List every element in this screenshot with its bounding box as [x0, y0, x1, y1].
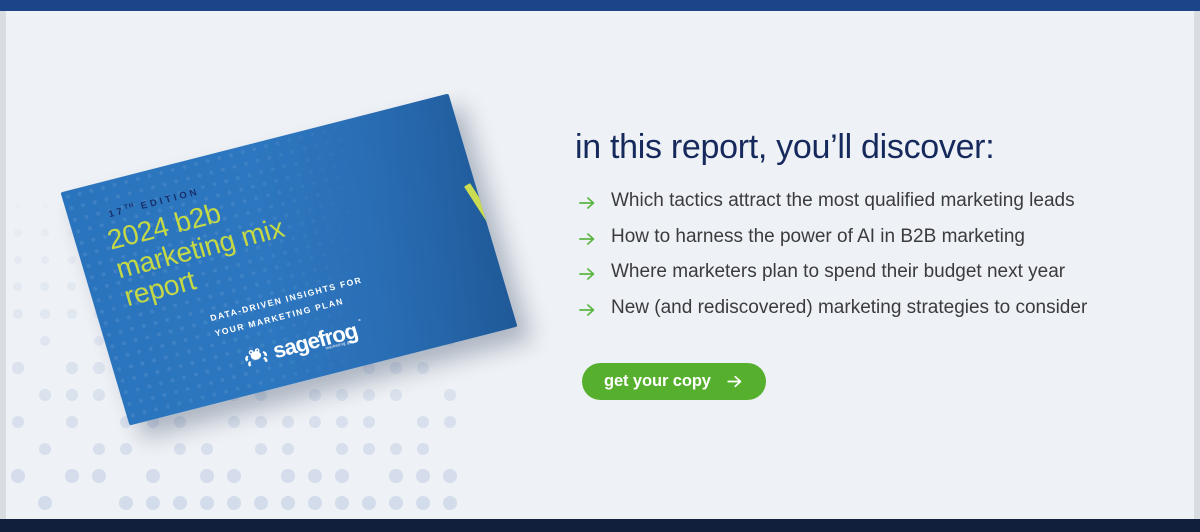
top-accent-bar: [0, 0, 1200, 11]
dot: [362, 442, 376, 456]
dot: [14, 229, 22, 237]
dot: [11, 415, 25, 429]
dot: [389, 469, 403, 483]
dot: [13, 255, 23, 265]
banner-canvas: 17TH EDITION 2024 b2b marketing mix repo…: [6, 11, 1194, 519]
dot: [416, 496, 430, 510]
dot: [173, 415, 187, 429]
book-cover: 17TH EDITION 2024 b2b marketing mix repo…: [60, 93, 518, 426]
dot: [42, 203, 48, 209]
promo-content: in this report, you’ll discover: Which t…: [575, 11, 1175, 519]
dot: [15, 203, 21, 209]
cta-label: get your copy: [604, 372, 711, 390]
list-item: Where marketers plan to spend their budg…: [577, 260, 1087, 296]
dot: [335, 442, 349, 456]
bottom-accent-bar: [0, 519, 1200, 532]
get-your-copy-button[interactable]: get your copy: [582, 363, 766, 400]
dot: [92, 469, 106, 483]
dot: [308, 469, 322, 483]
dot: [308, 496, 322, 510]
dot: [92, 442, 106, 456]
dot: [389, 496, 403, 510]
arrow-right-icon: [579, 303, 595, 316]
benefits-list: Which tactics attract the most qualified…: [577, 189, 1087, 331]
dot: [119, 496, 133, 510]
dot: [173, 442, 187, 456]
dot: [362, 496, 376, 510]
dot: [362, 415, 376, 429]
dot: [65, 415, 79, 429]
dot: [254, 496, 268, 510]
report-cover-image: 17TH EDITION 2024 b2b marketing mix repo…: [60, 93, 531, 426]
dot: [40, 255, 50, 265]
list-item: New (and rediscovered) marketing strateg…: [577, 296, 1087, 332]
dot: [443, 415, 457, 429]
list-item-label: Where marketers plan to spend their budg…: [611, 261, 1066, 283]
arrow-right-icon: [579, 197, 595, 209]
dot: [13, 282, 23, 292]
dot: [39, 335, 51, 347]
dot: [443, 469, 457, 483]
dot: [335, 496, 349, 510]
dot: [281, 469, 295, 483]
dot: [389, 442, 403, 456]
arrow-right-icon: [579, 232, 595, 245]
dot: [281, 415, 295, 429]
dot: [146, 496, 160, 510]
arrow-right-icon: [579, 268, 595, 281]
frame-right-edge: [1194, 11, 1200, 519]
dot: [443, 496, 457, 510]
dot: [12, 362, 24, 374]
list-item: Which tactics attract the most qualified…: [577, 189, 1087, 225]
dot: [281, 442, 295, 456]
dot: [38, 442, 52, 456]
frame-left-edge: [0, 11, 6, 519]
dot: [254, 415, 268, 429]
dot: [200, 496, 214, 510]
list-item-label: How to harness the power of AI in B2B ma…: [611, 225, 1025, 247]
dot: [416, 442, 430, 456]
dot: [227, 415, 241, 429]
dot: [200, 469, 214, 483]
dot: [200, 442, 214, 456]
dot: [11, 469, 25, 483]
logo-trademark: °: [358, 319, 362, 326]
dot: [39, 389, 51, 401]
dot: [146, 469, 160, 483]
dot: [335, 415, 349, 429]
frog-icon: [245, 348, 268, 367]
dot: [119, 442, 133, 456]
dot: [308, 415, 322, 429]
dot: [227, 469, 241, 483]
sagefrog-wordmark: sagefrog marketing group °: [270, 318, 362, 363]
arrow-right-icon: [727, 375, 742, 388]
list-item-label: Which tactics attract the most qualified…: [611, 190, 1075, 211]
list-item: How to harness the power of AI in B2B ma…: [577, 225, 1087, 261]
dot: [335, 469, 349, 483]
dot: [41, 229, 49, 237]
list-item-label: New (and rediscovered) marketing strateg…: [611, 296, 1088, 318]
dot: [173, 496, 187, 510]
promo-banner: 17TH EDITION 2024 b2b marketing mix repo…: [0, 0, 1200, 532]
dot: [40, 282, 50, 292]
page-title: in this report, you’ll discover:: [575, 128, 995, 166]
dot: [254, 442, 268, 456]
dot: [227, 496, 241, 510]
dot: [38, 496, 52, 510]
dot: [281, 496, 295, 510]
dot: [416, 415, 430, 429]
dot: [40, 309, 50, 319]
dot: [65, 469, 79, 483]
dot: [13, 309, 23, 319]
dot: [416, 469, 430, 483]
